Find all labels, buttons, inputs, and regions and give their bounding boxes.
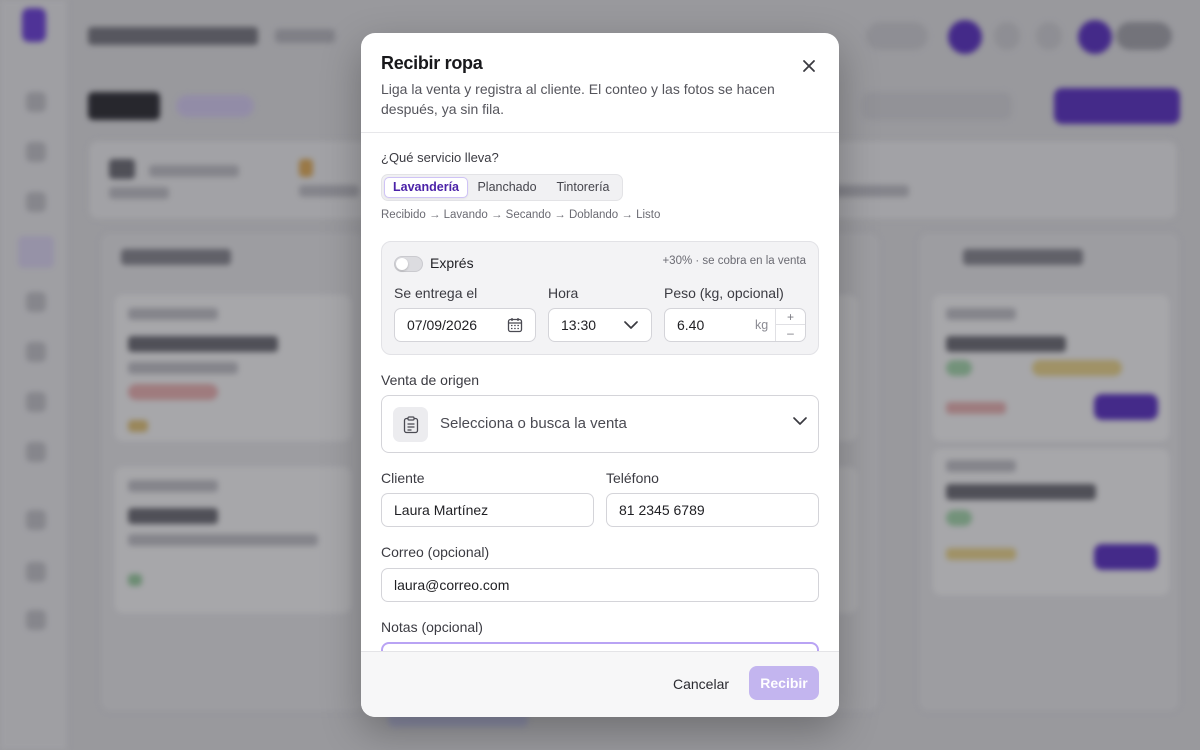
express-label: Exprés (430, 255, 474, 271)
notes-label: Notas (opcional) (381, 619, 483, 635)
chevron-down-icon (793, 417, 807, 425)
service-option-planchado[interactable]: Planchado (470, 177, 544, 198)
customer-name-field[interactable]: Laura Martínez (381, 493, 594, 527)
delivery-time-label: Hora (548, 285, 579, 301)
chevron-down-icon (624, 321, 638, 329)
receive-button[interactable]: Recibir (749, 666, 819, 700)
express-toggle[interactable] (394, 256, 423, 272)
customer-name-value: Laura Martínez (394, 502, 489, 518)
sale-icon-box (393, 407, 428, 442)
receive-clothes-dialog: Recibir ropa Liga la venta y registra al… (361, 33, 839, 717)
dialog-description: Liga la venta y registra al cliente. El … (381, 81, 775, 117)
close-icon (803, 60, 815, 72)
phone-label: Teléfono (606, 470, 659, 486)
weight-stepper: + – (775, 309, 805, 341)
service-flow: Recibido → Lavando → Secando → Doblando … (381, 209, 661, 221)
express-surcharge: +30% · se cobra en la venta (662, 255, 806, 267)
weight-unit: kg (755, 318, 769, 332)
service-selector: Lavandería Planchado Tintorería (381, 174, 623, 201)
close-button[interactable] (797, 54, 821, 78)
sale-select[interactable]: Selecciona o busca la venta (381, 395, 819, 453)
weight-label: Peso (kg, opcional) (664, 285, 784, 301)
calendar-icon (507, 318, 523, 333)
email-label: Correo (opcional) (381, 544, 490, 560)
delivery-time-select[interactable]: 13:30 (548, 308, 652, 342)
customer-name-label: Cliente (381, 470, 425, 486)
delivery-date-field[interactable]: 07/09/2026 (394, 308, 536, 342)
sale-label: Venta de origen (381, 372, 480, 388)
weight-field[interactable]: 6.40 kg + – (664, 308, 806, 342)
service-option-tintoreria[interactable]: Tintorería (546, 177, 620, 198)
dialog-title: Recibir ropa (381, 53, 483, 73)
increment-button[interactable]: + (776, 309, 805, 325)
delivery-date-label: Se entrega el (394, 285, 478, 301)
service-question: ¿Qué servicio lleva? (381, 150, 499, 165)
dialog-header: Recibir ropa Liga la venta y registra al… (361, 33, 839, 133)
delivery-time-value: 13:30 (561, 317, 597, 333)
cancel-button[interactable]: Cancelar (661, 668, 741, 700)
phone-value: 81 2345 6789 (619, 502, 705, 518)
sale-placeholder: Selecciona o busca la venta (440, 415, 627, 432)
dialog-footer: Cancelar Recibir (361, 651, 839, 717)
clipboard-icon (403, 415, 418, 433)
service-option-lavanderia[interactable]: Lavandería (384, 177, 468, 198)
email-value: laura@correo.com (394, 577, 510, 593)
decrement-button[interactable]: – (776, 325, 805, 341)
email-field[interactable]: laura@correo.com (381, 568, 819, 602)
phone-field[interactable]: 81 2345 6789 (606, 493, 819, 527)
delivery-panel: Exprés +30% · se cobra en la venta Se en… (381, 241, 819, 355)
weight-value: 6.40 (677, 317, 705, 333)
toggle-knob (396, 258, 408, 270)
delivery-date-value: 07/09/2026 (407, 317, 478, 333)
